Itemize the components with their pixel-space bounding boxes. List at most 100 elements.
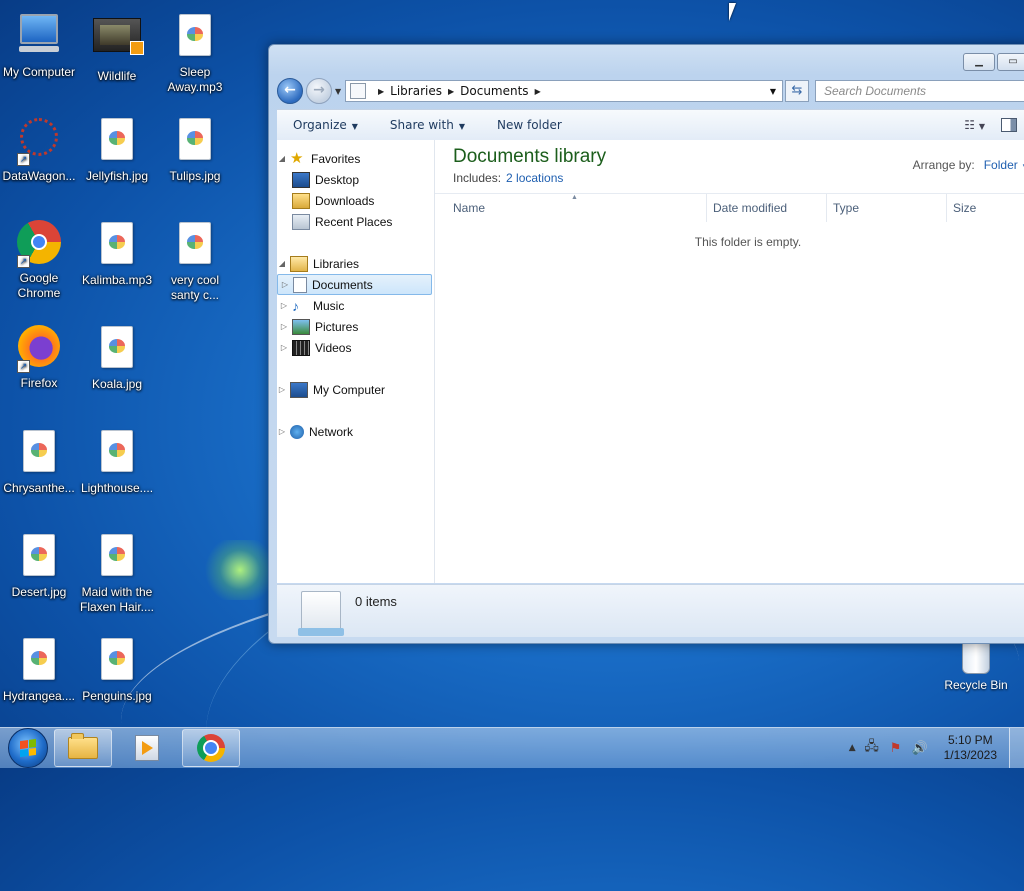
chevron-right-icon: ▶ bbox=[378, 86, 385, 96]
shortcut-arrow-icon: ↗ bbox=[17, 153, 30, 166]
change-view-button[interactable]: ☷ ▼ bbox=[964, 118, 985, 132]
minimize-button[interactable]: ▁ bbox=[963, 53, 995, 71]
address-history-dropdown[interactable]: ▼ bbox=[770, 87, 776, 96]
computer-icon bbox=[15, 14, 63, 62]
nav-item-desktop[interactable]: Desktop bbox=[277, 169, 434, 190]
arrange-by-dropdown[interactable]: Folder ▼ bbox=[984, 158, 1024, 172]
chevron-right-icon[interactable]: ▶ bbox=[448, 87, 454, 96]
empty-folder-message: This folder is empty. bbox=[694, 235, 802, 249]
nav-item-documents[interactable]: ▷ Documents bbox=[277, 274, 432, 295]
desktop-icon-lighthouse[interactable]: Lighthouse.... bbox=[78, 426, 156, 496]
nav-item-libraries[interactable]: ◢ Libraries bbox=[277, 253, 434, 274]
nav-label: Libraries bbox=[313, 256, 360, 271]
window-controls: ▁ ▭ bbox=[963, 53, 1024, 71]
column-label: Date modified bbox=[713, 201, 788, 215]
address-bar[interactable]: ▶ Libraries ▶ Documents ▶ ▼ bbox=[345, 80, 783, 102]
forward-button[interactable]: → bbox=[306, 78, 332, 104]
share-with-button[interactable]: Share with ▼ bbox=[374, 118, 481, 132]
desktop-icon-hydrangeas[interactable]: Hydrangea.... bbox=[0, 634, 78, 704]
action-center-icon[interactable]: ⚑ bbox=[888, 741, 904, 756]
desktop-icon-maid-with-the-flaxen-hair[interactable]: Maid with the Flaxen Hair.... bbox=[78, 530, 156, 615]
column-header-date-modified[interactable]: Date modified bbox=[707, 194, 827, 222]
column-header-size[interactable]: Size bbox=[947, 194, 1024, 222]
nav-item-network[interactable]: ▷ Network bbox=[277, 421, 434, 442]
recent-pages-dropdown[interactable]: ▼ bbox=[335, 87, 343, 96]
search-input[interactable] bbox=[815, 80, 1024, 102]
desktop-icon-label: Kalimba.mp3 bbox=[81, 273, 153, 287]
nav-item-pictures[interactable]: ▷ Pictures bbox=[277, 316, 434, 337]
expanded-arrow-icon[interactable]: ◢ bbox=[277, 259, 287, 268]
volume-icon[interactable]: 🔊 bbox=[912, 741, 928, 756]
locations-link[interactable]: 2 locations bbox=[506, 171, 563, 185]
show-hidden-icons-button[interactable]: ▲ bbox=[849, 743, 856, 753]
image-file-icon bbox=[93, 430, 141, 478]
clock[interactable]: 5:10 PM 1/13/2023 bbox=[944, 733, 997, 763]
column-header-type[interactable]: Type bbox=[827, 194, 947, 222]
nav-item-videos[interactable]: ▷ Videos bbox=[277, 337, 434, 358]
refresh-button[interactable]: ⇆ bbox=[785, 80, 809, 102]
column-header-name[interactable]: ▲ Name bbox=[435, 194, 707, 222]
column-label: Type bbox=[833, 201, 860, 215]
collapsed-arrow-icon[interactable]: ▷ bbox=[279, 301, 289, 310]
desktop-icon-label: Penguins.jpg bbox=[82, 689, 152, 703]
desktop-icon-label: Jellyfish.jpg bbox=[85, 169, 149, 183]
collapsed-arrow-icon[interactable]: ▷ bbox=[280, 280, 290, 289]
network-status-icon[interactable]: 🖧 bbox=[864, 737, 880, 759]
desktop-icon-recycle-bin[interactable]: Recycle Bin bbox=[940, 640, 1012, 692]
nav-item-recent-places[interactable]: Recent Places bbox=[277, 211, 434, 232]
show-desktop-button[interactable] bbox=[1009, 728, 1024, 768]
collapsed-arrow-icon[interactable]: ▷ bbox=[279, 322, 289, 331]
desktop-icon-firefox[interactable]: ↗ Firefox bbox=[0, 322, 78, 391]
maximize-button[interactable]: ▭ bbox=[997, 53, 1024, 71]
preview-pane-button[interactable] bbox=[1001, 118, 1017, 132]
nav-item-my-computer[interactable]: ▷ My Computer bbox=[277, 379, 434, 400]
system-tray: ▲ 🖧 ⚑ 🔊 5:10 PM 1/13/2023 bbox=[849, 733, 997, 763]
desktop-icon-wildlife[interactable]: Wildlife bbox=[78, 10, 156, 84]
desktop-icon-my-computer[interactable]: My Computer bbox=[0, 10, 78, 80]
desktop-icon-very-cool-santy[interactable]: very cool santy c... bbox=[156, 218, 234, 303]
desktop-icon-chrysanthemum[interactable]: Chrysanthe... bbox=[0, 426, 78, 496]
desktop-icon-sleep-away[interactable]: Sleep Away.mp3 bbox=[156, 10, 234, 95]
back-button[interactable]: ← bbox=[277, 78, 303, 104]
desktop-icon-tulips[interactable]: Tulips.jpg bbox=[156, 114, 234, 184]
nav-item-favorites[interactable]: ◢ ★ Favorites bbox=[277, 148, 434, 169]
nav-label: Documents bbox=[312, 277, 373, 292]
desktop-icon-label: Maid with the Flaxen Hair.... bbox=[79, 585, 155, 614]
collapsed-arrow-icon[interactable]: ▷ bbox=[279, 343, 289, 352]
taskbar-chrome-button[interactable] bbox=[182, 729, 240, 767]
videos-icon bbox=[292, 339, 310, 356]
taskbar-media-player-button[interactable] bbox=[118, 729, 176, 767]
collapsed-arrow-icon[interactable]: ▷ bbox=[277, 427, 287, 436]
desktop-icon-label: Firefox bbox=[20, 376, 58, 390]
documents-icon bbox=[293, 276, 307, 293]
start-button[interactable] bbox=[8, 728, 48, 768]
nav-item-downloads[interactable]: Downloads bbox=[277, 190, 434, 211]
new-folder-button[interactable]: New folder bbox=[481, 118, 578, 132]
organize-button[interactable]: Organize ▼ bbox=[277, 118, 374, 132]
library-title: Documents library bbox=[453, 146, 607, 167]
desktop-icon-jellyfish[interactable]: Jellyfish.jpg bbox=[78, 114, 156, 184]
desktop-icon-penguins[interactable]: Penguins.jpg bbox=[78, 634, 156, 704]
desktop-icon-kalimba[interactable]: Kalimba.mp3 bbox=[78, 218, 156, 288]
expanded-arrow-icon[interactable]: ◢ bbox=[277, 154, 287, 163]
desktop-icon-desert[interactable]: Desert.jpg bbox=[0, 530, 78, 600]
taskbar-explorer-button[interactable] bbox=[54, 729, 112, 767]
computer-icon bbox=[290, 381, 308, 398]
content-area: ◢ ★ Favorites Desktop Downloads Recent P… bbox=[277, 140, 1024, 583]
collapsed-arrow-icon[interactable]: ▷ bbox=[277, 385, 287, 394]
chevron-right-icon[interactable]: ▶ bbox=[535, 87, 541, 96]
nav-item-music[interactable]: ▷ ♪ Music bbox=[277, 295, 434, 316]
desktop-icon-koala[interactable]: Koala.jpg bbox=[78, 322, 156, 392]
nav-label: Music bbox=[313, 298, 345, 313]
media-file-icon bbox=[93, 222, 141, 270]
breadcrumb-documents[interactable]: Documents bbox=[460, 84, 528, 98]
desktop-icon-datawagon[interactable]: ↗ DataWagon... bbox=[0, 114, 78, 184]
desktop-icon-label: Koala.jpg bbox=[91, 377, 143, 391]
breadcrumb-libraries[interactable]: Libraries bbox=[390, 84, 442, 98]
desktop-icon-label: Sleep Away.mp3 bbox=[167, 65, 223, 94]
desktop-icon-google-chrome[interactable]: ↗ Google Chrome bbox=[0, 218, 78, 301]
column-label: Name bbox=[453, 201, 486, 215]
